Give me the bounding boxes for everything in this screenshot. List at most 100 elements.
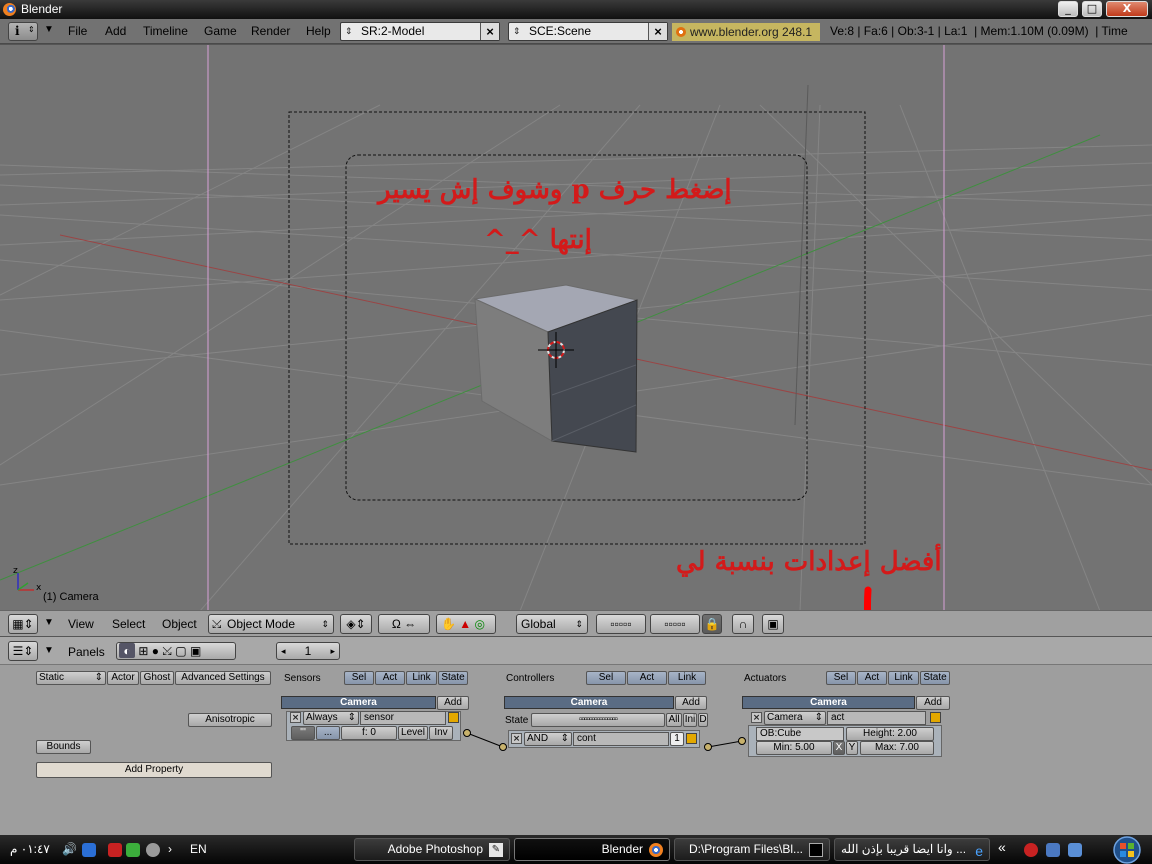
actuators-act-toggle[interactable]: Act — [857, 671, 887, 685]
task-blender[interactable]: Blender — [514, 838, 670, 861]
actuators-sel-toggle[interactable]: Sel — [826, 671, 856, 685]
editor-type-button[interactable]: ▦⇕ — [8, 614, 38, 634]
controller-expand-icon[interactable] — [686, 733, 697, 744]
mode-label[interactable]: Object Mode — [227, 617, 295, 631]
lock-layers-button[interactable]: 🔒 — [702, 614, 722, 634]
sensor-level-toggle[interactable]: Level — [398, 726, 428, 740]
screen-name[interactable]: SR:2-Model — [361, 24, 424, 38]
controllers-link-toggle[interactable]: Link — [668, 671, 706, 685]
sensors-object-bar[interactable]: Camera — [281, 696, 436, 709]
menu-view[interactable]: View — [68, 617, 94, 631]
hand-icon[interactable]: ✋ — [441, 617, 456, 631]
controllers-add-button[interactable]: Add — [675, 696, 707, 710]
actuator-expand-icon[interactable] — [930, 712, 941, 723]
scene-icon[interactable]: ▣ — [190, 644, 201, 658]
task-explorer[interactable]: D:\Program Files\Bl... — [674, 838, 830, 861]
controller-priority[interactable]: 1 — [670, 732, 684, 746]
script-icon[interactable]: ⊞ — [138, 644, 148, 658]
switch-windows-icon[interactable] — [1068, 843, 1082, 857]
scene-selector[interactable]: ⇕ SCE:Scene × — [508, 22, 668, 41]
sensor-frequency-field[interactable]: f: 0 — [341, 726, 397, 740]
camera-height-field[interactable]: Height: 2.00 — [846, 727, 934, 741]
security-alert-icon[interactable] — [108, 843, 122, 857]
close-button[interactable]: X — [1106, 1, 1148, 17]
context-buttons[interactable]: ◐ ⊞ ● ⤩ ▢ ▣ — [116, 642, 236, 660]
language-indicator[interactable]: EN — [190, 842, 207, 856]
controller-type-selector[interactable]: AND ⇕ — [524, 732, 572, 746]
right-arrow-icon[interactable]: ▸ — [330, 643, 335, 659]
anisotropic-toggle[interactable]: Anisotropic — [188, 713, 272, 727]
left-arrow-icon[interactable]: ◂ — [281, 643, 286, 659]
controller-name-field[interactable]: cont — [573, 732, 669, 746]
collapse-triangle-icon[interactable]: ▼ — [44, 617, 54, 628]
editor-type-button[interactable]: i ⇕ — [8, 22, 38, 41]
state-debug-button[interactable]: D — [698, 713, 708, 727]
menu-select[interactable]: Select — [112, 617, 145, 631]
actuator-name-field[interactable]: act — [827, 711, 926, 725]
sensors-act-toggle[interactable]: Act — [375, 671, 405, 685]
actuators-add-button[interactable]: Add — [916, 696, 950, 710]
controllers-act-toggle[interactable]: Act — [627, 671, 667, 685]
collapse-triangle-icon[interactable]: ▼ — [44, 24, 54, 35]
scene-name[interactable]: SCE:Scene — [529, 24, 591, 38]
menu-add[interactable]: Add — [105, 24, 126, 38]
rotate-icon[interactable]: ◎ — [475, 617, 485, 631]
physics-type-label[interactable]: Static — [39, 672, 64, 683]
actuators-object-bar[interactable]: Camera — [742, 696, 915, 709]
frame-value[interactable]: 1 — [305, 644, 312, 658]
actuators-link-toggle[interactable]: Link — [888, 671, 919, 685]
menu-object[interactable]: Object — [162, 617, 197, 631]
pulse-false-toggle[interactable]: ... — [316, 726, 340, 740]
collapse-triangle-icon[interactable]: ▼ — [44, 645, 54, 656]
update-icon[interactable] — [126, 843, 140, 857]
network-icon[interactable] — [82, 843, 96, 857]
maximize-button[interactable]: □ — [1082, 1, 1102, 17]
website-link[interactable]: www.blender.org 248.1 — [672, 23, 820, 41]
shading-ball-icon[interactable]: ● — [152, 644, 159, 658]
physics-type-selector[interactable]: Static ⇕ — [36, 671, 106, 685]
layer-buttons-2[interactable]: ▫▫▫▫▫ — [650, 614, 700, 634]
3d-viewport[interactable]: إضغط حرف p وشوف إش يسير إنتها ^_^ أفضل إ… — [0, 44, 1152, 610]
taskbar-clock[interactable]: ٠١:٤٧ م — [10, 842, 50, 856]
controllers-sel-toggle[interactable]: Sel — [586, 671, 626, 685]
quick-launch-chevron[interactable]: « — [998, 839, 1006, 855]
menu-timeline[interactable]: Timeline — [143, 24, 188, 38]
actuators-state-toggle[interactable]: State — [920, 671, 950, 685]
minimize-button[interactable]: _ — [1058, 1, 1078, 17]
sensor-type-label[interactable]: Always — [306, 712, 338, 723]
start-button[interactable] — [1104, 835, 1150, 864]
object-icon[interactable]: ⤩ — [162, 644, 172, 658]
pulse-true-toggle[interactable]: ''' — [291, 726, 315, 740]
delete-controller-icon[interactable]: × — [511, 733, 522, 744]
ghost-toggle[interactable]: Ghost — [140, 671, 174, 685]
task-browser[interactable]: وانا ايضا قريبا بإذن الله ... e — [834, 838, 990, 861]
panels-menu[interactable]: Panels — [68, 645, 105, 659]
sensor-invert-toggle[interactable]: Inv — [429, 726, 453, 740]
sensors-sel-toggle[interactable]: Sel — [344, 671, 374, 685]
camera-object-field[interactable]: OB:Cube — [756, 727, 844, 741]
actuator-type-selector[interactable]: Camera ⇕ — [764, 711, 826, 725]
screen-selector[interactable]: ⇕ SR:2-Model × — [340, 22, 500, 41]
orientation-selector[interactable]: Global ⇕ — [516, 614, 588, 634]
frame-counter[interactable]: ◂ 1 ▸ — [276, 642, 340, 660]
translate-icon[interactable]: ▲ — [459, 617, 471, 631]
menu-help[interactable]: Help — [306, 24, 331, 38]
menu-game[interactable]: Game — [204, 24, 237, 38]
add-property-button[interactable]: Add Property — [36, 762, 272, 778]
actuator-type-label[interactable]: Camera — [767, 712, 803, 723]
state-ini-button[interactable]: Ini — [683, 713, 697, 727]
editor-type-button[interactable]: ☰⇕ — [8, 641, 38, 661]
camera-axis-y-toggle[interactable]: Y — [846, 741, 858, 755]
sensor-expand-icon[interactable] — [448, 712, 459, 723]
camera-min-field[interactable]: Min: 5.00 — [756, 741, 832, 755]
mode-selector[interactable]: ⤩ Object Mode ⇕ — [208, 614, 334, 634]
tray-expand-icon[interactable]: › — [168, 842, 172, 856]
opera-icon[interactable] — [1024, 843, 1038, 857]
draw-type-button[interactable]: ◈⇕ — [340, 614, 372, 634]
camera-max-field[interactable]: Max: 7.00 — [860, 741, 934, 755]
state-buttons[interactable]: ▫▫▫▫▫▫▫▫▫▫▫▫▫▫▫ — [531, 713, 665, 727]
sensors-state-toggle[interactable]: State — [438, 671, 468, 685]
controller-type-label[interactable]: AND — [527, 733, 548, 744]
controllers-object-bar[interactable]: Camera — [504, 696, 674, 709]
menu-file[interactable]: File — [68, 24, 87, 38]
